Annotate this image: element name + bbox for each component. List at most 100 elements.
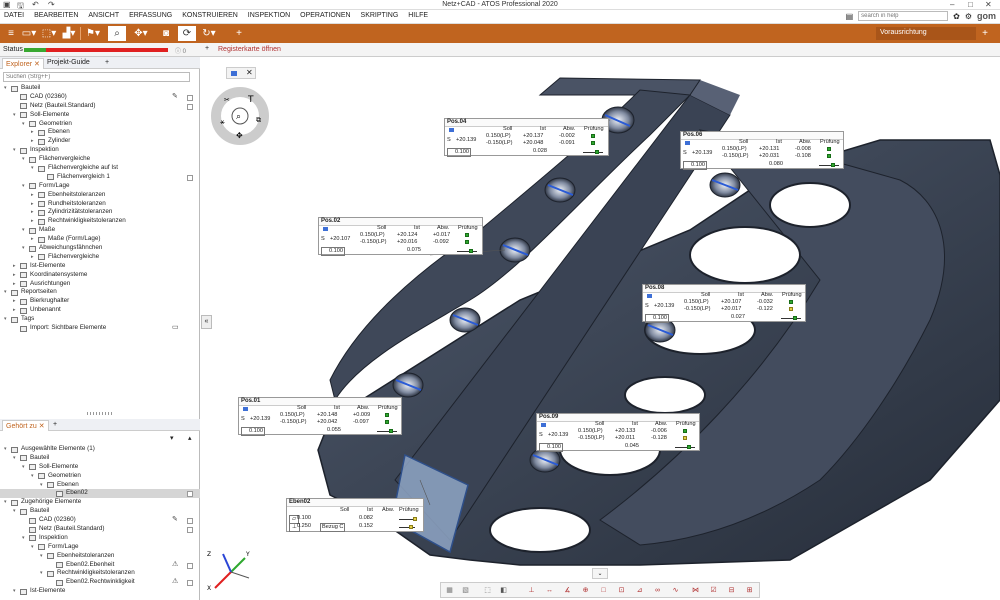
row-action-icon[interactable]: ✎ xyxy=(172,93,178,102)
tree-row[interactable]: ▾ Ausgewählte Elemente (1) xyxy=(0,445,200,454)
radial-navigation-menu[interactable]: ⌕ T ✂ ⧉ ✥ ⚹ xyxy=(208,82,272,146)
explorer-search-input[interactable] xyxy=(3,72,190,82)
tree-row[interactable]: ▸ Unbenannt xyxy=(0,306,200,315)
visibility-checkbox[interactable] xyxy=(187,103,193,110)
tree-row[interactable]: Netz (Bauteil.Standard) xyxy=(0,102,200,111)
tree-row[interactable]: ▾ Geometrien xyxy=(0,472,200,481)
maximize-button[interactable]: □ xyxy=(968,0,973,9)
visibility-eye-icon[interactable] xyxy=(187,518,193,525)
expand-arrow-icon[interactable]: ▾ xyxy=(22,182,28,191)
tree-row[interactable]: Eben02.Rechtwinkligkeit ⚠ xyxy=(0,578,200,587)
expand-arrow-icon[interactable]: ▾ xyxy=(22,120,28,129)
expand-arrow-icon[interactable]: ▸ xyxy=(13,297,19,306)
tree-row[interactable]: Flächenvergleich 1 xyxy=(0,173,200,182)
tree-row[interactable]: ▸ Ebenen xyxy=(0,128,200,137)
section-icon[interactable]: ⊡ xyxy=(617,586,626,595)
visibility-eye-icon[interactable] xyxy=(187,94,193,101)
add-tab-button[interactable]: + xyxy=(102,58,112,69)
square-icon[interactable]: □ xyxy=(599,586,608,595)
row-action-icon[interactable]: ▭ xyxy=(172,324,179,333)
collapse-all-icon[interactable]: ▾ xyxy=(170,434,174,442)
measurement-callout[interactable]: Pos.08 Soll Ist Abw. Prüfung S +20.139 0.150(LP… xyxy=(642,284,806,324)
visibility-eye-icon[interactable] xyxy=(187,491,193,498)
deviation-icon[interactable]: ∿ xyxy=(671,586,680,595)
tree-row[interactable]: ▾ Flächenvergleiche auf Ist xyxy=(0,164,200,173)
tree-row[interactable]: ▾ Inspektion xyxy=(0,146,200,155)
expand-arrow-icon[interactable]: ▸ xyxy=(31,200,37,209)
menu-bearbeiten[interactable]: BEARBEITEN xyxy=(30,10,82,21)
collapse-panel-button[interactable]: « xyxy=(201,315,212,329)
tree-row[interactable]: ▸ Ist-Elemente xyxy=(0,262,200,271)
expand-arrow-icon[interactable]: ▾ xyxy=(4,315,10,324)
search-zoom-icon[interactable]: ⌕ xyxy=(108,26,126,41)
expand-arrow-icon[interactable]: ▾ xyxy=(31,472,37,481)
tab-gehoert-zu[interactable]: Gehört zu ✕ xyxy=(2,420,49,431)
expand-arrow-icon[interactable]: ▾ xyxy=(22,463,28,472)
add-report-icon[interactable]: + xyxy=(205,45,209,52)
row-action-icon[interactable]: ⚠ xyxy=(172,578,178,587)
angle-icon[interactable]: ∡ xyxy=(563,586,572,595)
export-icon[interactable]: ⊟ xyxy=(727,586,736,595)
menu-konstruieren[interactable]: KONSTRUIEREN xyxy=(178,10,242,21)
tree-row[interactable]: ▾ Abweichungsfähnchen xyxy=(0,244,200,253)
visibility-eye-icon[interactable] xyxy=(187,580,193,587)
tree-row[interactable]: ▾ Ebenheitstoleranzen xyxy=(0,552,200,561)
hatch-icon[interactable]: ▧ xyxy=(461,586,470,595)
expand-arrow-icon[interactable]: ▾ xyxy=(4,84,10,93)
expand-arrow-icon[interactable]: ▸ xyxy=(31,217,37,226)
profile-icon[interactable]: ⊿ xyxy=(635,586,644,595)
expand-arrow-icon[interactable]: ▾ xyxy=(13,507,19,516)
add-belongs-tab-button[interactable]: + xyxy=(50,420,60,431)
tree-row[interactable]: ▾ Soll-Elemente xyxy=(0,111,200,120)
tree-row[interactable]: ▾ Inspektion xyxy=(0,534,200,543)
hamburger-menu-icon[interactable]: ≡ xyxy=(2,26,20,41)
expand-arrow-icon[interactable]: ▾ xyxy=(4,445,10,454)
camera-icon[interactable]: ◙ xyxy=(157,26,175,41)
expand-arrow-icon[interactable]: ▾ xyxy=(4,498,10,507)
chart-tool-icon[interactable]: ▟▾ xyxy=(60,26,78,41)
measurement-callout[interactable]: Pos.06 Soll Ist Abw. Prüfung S +20.139 0.150(LP… xyxy=(680,131,844,171)
menu-ansicht[interactable]: ANSICHT xyxy=(84,10,123,21)
tree-row[interactable]: Eben02.Ebenheit ⚠ xyxy=(0,561,200,570)
menu-inspektion[interactable]: INSPEKTION xyxy=(244,10,294,21)
select-icon[interactable]: ⬚ xyxy=(483,586,492,595)
alignment-selector[interactable]: Vorausrichtung xyxy=(876,27,976,40)
expand-arrow-icon[interactable]: ▸ xyxy=(31,208,37,217)
expand-arrow-icon[interactable]: ▾ xyxy=(13,454,19,463)
tab-projekt-guide[interactable]: Projekt-Guide xyxy=(44,58,93,69)
add-tool-icon[interactable]: + xyxy=(230,26,248,41)
minimize-button[interactable]: – xyxy=(950,0,954,9)
expand-arrow-icon[interactable]: ▸ xyxy=(31,235,37,244)
expand-arrow-icon[interactable]: ▸ xyxy=(31,191,37,200)
tree-row[interactable]: ▾ Ebenen xyxy=(0,481,200,490)
measurement-callout[interactable]: Pos.04 Soll Ist Abw. Prüfung S +20.139 0.150(LP… xyxy=(444,118,609,158)
expand-arrow-icon[interactable]: ▾ xyxy=(22,244,28,253)
eben02-callout[interactable]: Eben02 Soll Ist Abw. Prüfung ▱ 0.100 0.0… xyxy=(286,498,424,533)
tab-explorer[interactable]: Explorer ✕ xyxy=(2,58,44,69)
tree-row[interactable]: ▾ Flächenvergleiche xyxy=(0,155,200,164)
expand-arrow-icon[interactable]: ▾ xyxy=(40,481,46,490)
measurement-callout[interactable]: Pos.01 Soll Ist Abw. Prüfung S +20.139 0.150(LP… xyxy=(238,397,402,437)
expand-arrow-icon[interactable]: ▾ xyxy=(13,111,19,120)
visibility-checkbox[interactable] xyxy=(187,174,193,181)
expand-all-icon[interactable]: ▴ xyxy=(188,434,192,442)
view-cube-icon[interactable] xyxy=(231,71,237,76)
close-mini-toolbar-icon[interactable]: ✕ xyxy=(246,68,253,77)
tree-row[interactable]: ▸ Maße (Form/Lage) xyxy=(0,235,200,244)
expand-arrow-icon[interactable]: ▾ xyxy=(31,164,37,173)
table-icon[interactable]: ⊞ xyxy=(745,586,754,595)
refresh-icon[interactable]: ⟳ xyxy=(178,26,196,41)
panel-splitter[interactable] xyxy=(87,412,113,415)
flag-tool-icon[interactable]: ⚑▾ xyxy=(84,26,102,41)
check-icon[interactable]: ☑ xyxy=(709,586,718,595)
mesh-tool-icon[interactable]: ⬚▾ xyxy=(40,26,58,41)
tree-row[interactable]: ▸ Rechtwinkligkeitstoleranzen xyxy=(0,217,200,226)
expand-arrow-icon[interactable]: ▸ xyxy=(31,137,37,146)
expand-arrow-icon[interactable]: ▾ xyxy=(22,226,28,235)
grid-icon[interactable]: ▦ xyxy=(445,586,454,595)
tree-row[interactable]: ▾ Reportseiten xyxy=(0,288,200,297)
point-icon[interactable]: ⊕ xyxy=(581,586,590,595)
menu-skripting[interactable]: SKRIPTING xyxy=(357,10,403,21)
tree-row[interactable]: Netz (Bauteil.Standard) xyxy=(0,525,200,534)
expand-arrow-icon[interactable]: ▾ xyxy=(40,552,46,561)
